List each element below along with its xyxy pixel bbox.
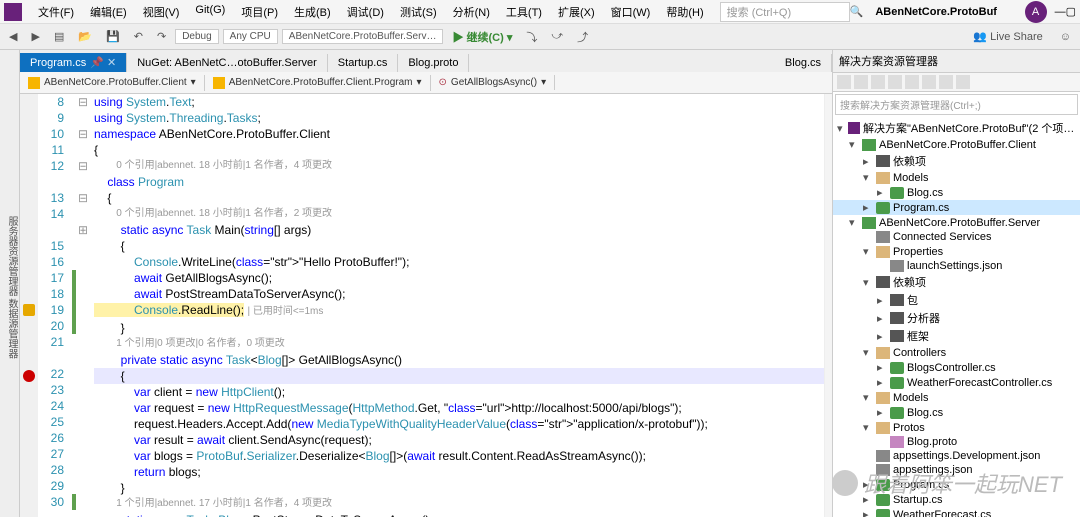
- tree-node[interactable]: ▸包: [833, 291, 1080, 309]
- explorer-search[interactable]: 搜索解决方案资源管理器(Ctrl+;): [835, 94, 1078, 115]
- redo-icon[interactable]: ↷: [152, 28, 171, 45]
- save-icon[interactable]: 💾: [101, 28, 125, 45]
- vs-logo-icon: [4, 3, 22, 21]
- tree-node[interactable]: ▸Program.cs: [833, 477, 1080, 492]
- code-editor[interactable]: 89101112 1314 15161718192021 22232425262…: [20, 94, 832, 517]
- menubar: 文件(F)编辑(E)视图(V)Git(G)项目(P)生成(B)调试(D)测试(S…: [0, 0, 1080, 24]
- editor-tab[interactable]: Blog.cs: [775, 54, 832, 72]
- new-icon[interactable]: ▤: [49, 28, 69, 45]
- tree-node[interactable]: ▾Models: [833, 170, 1080, 185]
- menu-item[interactable]: 扩展(X): [550, 2, 603, 22]
- tree-node[interactable]: ▾Properties: [833, 244, 1080, 259]
- startup-dd[interactable]: ABenNetCore.ProtoBuffer.Serv…: [282, 29, 444, 44]
- panel-title: 解决方案资源管理器: [833, 50, 1080, 73]
- tree-node[interactable]: appsettings.Development.json: [833, 449, 1080, 463]
- continue-button[interactable]: ▶ 继续(C) ▾: [447, 27, 517, 47]
- tree-node[interactable]: ▾依赖项: [833, 273, 1080, 291]
- tree-node[interactable]: ▸BlogsController.cs: [833, 360, 1080, 375]
- tree-node[interactable]: ▸分析器: [833, 309, 1080, 327]
- feedback-icon[interactable]: ☺: [1055, 29, 1076, 45]
- menu-item[interactable]: 测试(S): [392, 2, 445, 22]
- tree-node[interactable]: ▸Startup.cs: [833, 492, 1080, 507]
- menu-item[interactable]: 生成(B): [286, 2, 339, 22]
- undo-icon[interactable]: ↶: [129, 28, 148, 45]
- nav-member-dd[interactable]: ⊙GetAllBlogsAsync() ▾: [431, 75, 556, 90]
- tree-node[interactable]: ▸Blog.cs: [833, 405, 1080, 420]
- menu-item[interactable]: 分析(N): [445, 2, 498, 22]
- platform-dd[interactable]: Any CPU: [223, 29, 278, 44]
- tree-node[interactable]: launchSettings.json: [833, 259, 1080, 273]
- menu-item[interactable]: 文件(F): [30, 2, 82, 22]
- tree-node[interactable]: ▾Protos: [833, 420, 1080, 435]
- nav-project-dd[interactable]: ABenNetCore.ProtoBuffer.Client ▾: [20, 75, 205, 91]
- menu-item[interactable]: 窗口(W): [603, 2, 659, 22]
- step-icon[interactable]: ⤵: [521, 27, 542, 47]
- tree-root[interactable]: ▾解决方案"ABenNetCore.ProtoBuf"(2 个项目，共 2 个): [833, 119, 1080, 137]
- window-max-icon[interactable]: ▢: [1066, 5, 1076, 18]
- menu-item[interactable]: 调试(D): [339, 2, 392, 22]
- solution-tree[interactable]: ▾解决方案"ABenNetCore.ProtoBuf"(2 个项目，共 2 个)…: [833, 117, 1080, 517]
- solution-name: ABenNetCore.ProtoBuf: [875, 6, 1016, 18]
- toolbar: ◀ ▶ ▤ 📂 💾 ↶ ↷ Debug Any CPU ABenNetCore.…: [0, 24, 1080, 50]
- tree-node[interactable]: ▸WeatherForecast.cs: [833, 507, 1080, 517]
- tree-node[interactable]: ▸Blog.cs: [833, 185, 1080, 200]
- tree-node[interactable]: Blog.proto: [833, 435, 1080, 449]
- tree-node[interactable]: ▾Controllers: [833, 345, 1080, 360]
- tree-node[interactable]: ▸WeatherForecastController.cs: [833, 375, 1080, 390]
- tree-node[interactable]: appsettings.json: [833, 463, 1080, 477]
- tree-node[interactable]: ▾Models: [833, 390, 1080, 405]
- config-dd[interactable]: Debug: [175, 29, 218, 44]
- step-out-icon[interactable]: ⤴: [572, 27, 593, 47]
- editor-tab[interactable]: Blog.proto: [398, 54, 469, 72]
- menu-item[interactable]: 帮助(H): [658, 2, 711, 22]
- minimap[interactable]: [824, 94, 832, 517]
- nav-back-icon[interactable]: ◀: [4, 28, 22, 45]
- tree-node[interactable]: ▾ABenNetCore.ProtoBuffer.Server: [833, 215, 1080, 230]
- menu-item[interactable]: Git(G): [187, 2, 233, 22]
- live-share-button[interactable]: 👥 Live Share: [965, 28, 1050, 45]
- search-icon[interactable]: 🔍: [850, 5, 864, 18]
- solution-explorer: 解决方案资源管理器 搜索解决方案资源管理器(Ctrl+;) ▾解决方案"ABen…: [832, 50, 1080, 517]
- editor-tabs: Program.cs📌 ✕NuGet: ABenNetC…otoBuffer.S…: [20, 50, 832, 72]
- avatar[interactable]: A: [1025, 1, 1047, 23]
- window-min-icon[interactable]: —: [1055, 6, 1066, 18]
- nav-fwd-icon[interactable]: ▶: [26, 28, 44, 45]
- menu-item[interactable]: 项目(P): [233, 2, 286, 22]
- editor-tab[interactable]: Program.cs📌 ✕: [20, 53, 127, 72]
- editor-tab[interactable]: NuGet: ABenNetC…otoBuffer.Server: [127, 54, 328, 72]
- editor-tab[interactable]: Startup.cs: [328, 54, 399, 72]
- open-icon[interactable]: 📂: [73, 28, 97, 45]
- tree-node[interactable]: ▸Program.cs: [833, 200, 1080, 215]
- nav-class-dd[interactable]: ABenNetCore.ProtoBuffer.Client.Program ▾: [205, 75, 431, 91]
- tree-node[interactable]: ▸依赖项: [833, 152, 1080, 170]
- nav-bar: ABenNetCore.ProtoBuffer.Client ▾ ABenNet…: [20, 72, 832, 94]
- tree-node[interactable]: Connected Services: [833, 230, 1080, 244]
- explorer-toolbar[interactable]: [833, 73, 1080, 92]
- left-toolwindow-tabs[interactable]: 服务器资源管理器 数据源管理器: [0, 50, 20, 517]
- step-over-icon[interactable]: ⤻: [546, 28, 568, 45]
- tree-node[interactable]: ▸框架: [833, 327, 1080, 345]
- menu-item[interactable]: 视图(V): [135, 2, 188, 22]
- menu-item[interactable]: 编辑(E): [82, 2, 135, 22]
- search-box[interactable]: 搜索 (Ctrl+Q): [720, 2, 850, 22]
- tree-node[interactable]: ▾ABenNetCore.ProtoBuffer.Client: [833, 137, 1080, 152]
- menu-item[interactable]: 工具(T): [498, 2, 550, 22]
